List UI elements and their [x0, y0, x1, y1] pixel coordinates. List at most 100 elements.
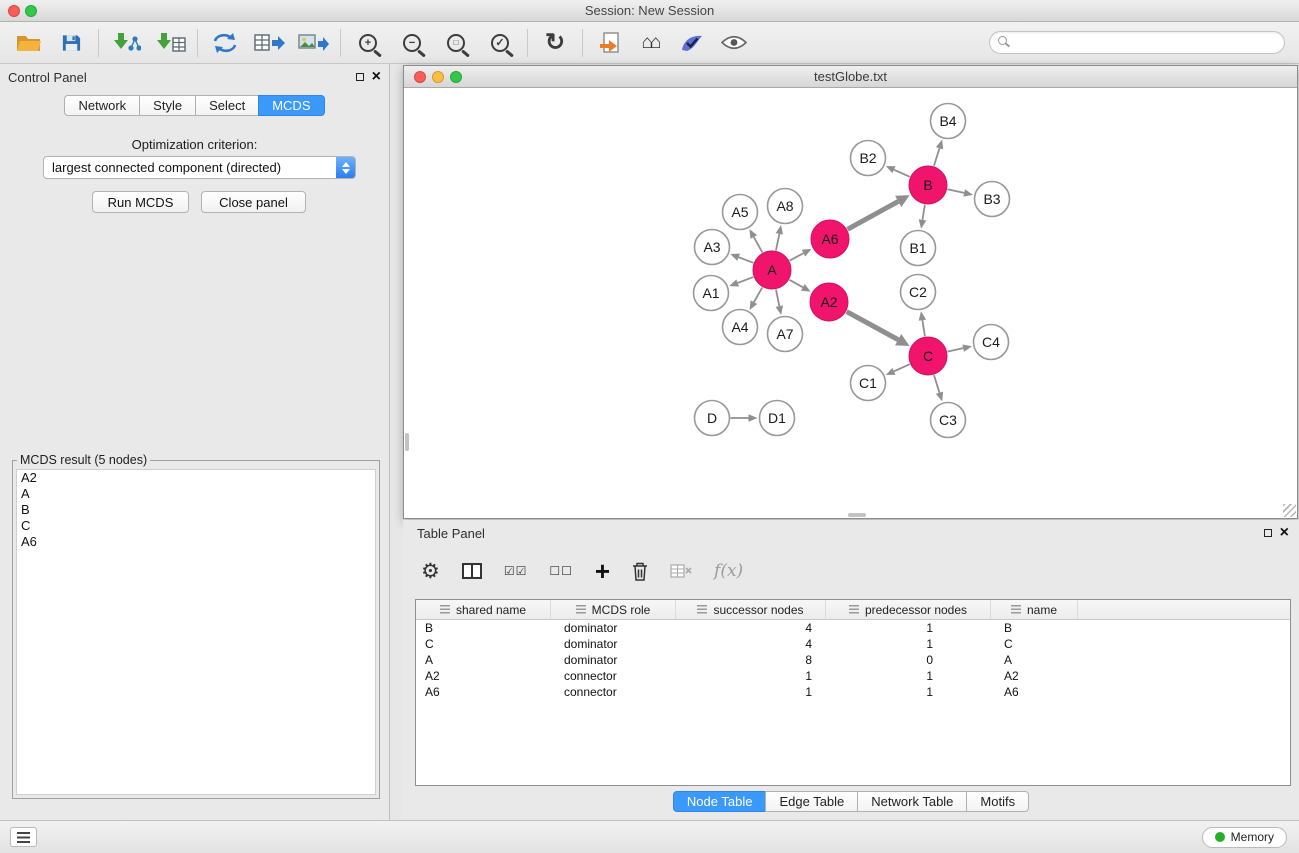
edge-A-A5[interactable]: [754, 237, 763, 253]
table-row[interactable]: Adominator80A: [416, 652, 1290, 668]
show-hide-button[interactable]: [715, 26, 753, 60]
column-header-predecessor-nodes[interactable]: predecessor nodes: [826, 600, 991, 619]
delete-column-button[interactable]: [670, 555, 692, 587]
task-history-button[interactable]: [10, 827, 37, 847]
horizontal-scrollbar-thumb[interactable]: [848, 513, 866, 517]
export-table-button[interactable]: [250, 26, 288, 60]
edge-C-C1[interactable]: [894, 364, 910, 371]
network-window-titlebar[interactable]: testGlobe.txt: [404, 66, 1297, 88]
column-header-shared-name[interactable]: shared name: [416, 600, 551, 619]
table-cell[interactable]: B: [416, 620, 551, 636]
export-image-button[interactable]: [294, 26, 332, 60]
run-mcds-button[interactable]: Run MCDS: [92, 191, 189, 213]
table-cell[interactable]: 4: [676, 620, 826, 636]
edge-C-C2[interactable]: [922, 320, 925, 336]
table-cell[interactable]: C: [416, 636, 551, 652]
edge-A-A3[interactable]: [739, 257, 754, 263]
table-cell[interactable]: dominator: [551, 652, 676, 668]
resize-grip[interactable]: [1283, 504, 1296, 517]
table-cell[interactable]: 4: [676, 636, 826, 652]
network-view[interactable]: B4B2BB3A8A5A6A3B1AA1C2A2A4A7C4CC1C3DD1: [404, 88, 1297, 518]
refresh-button[interactable]: ↻: [536, 26, 574, 60]
result-item-b[interactable]: B: [17, 502, 375, 518]
search-input[interactable]: [989, 31, 1285, 54]
edge-A-A6[interactable]: [790, 253, 804, 260]
show-columns-button[interactable]: [462, 555, 482, 587]
table-tab-network-table[interactable]: Network Table: [857, 791, 967, 812]
table-cell[interactable]: A: [991, 652, 1078, 668]
table-cell[interactable]: A2: [991, 668, 1078, 684]
column-header-successor-nodes[interactable]: successor nodes: [676, 600, 826, 619]
table-cell[interactable]: 8: [676, 652, 826, 668]
edge-A-A4[interactable]: [754, 287, 762, 302]
table-cell[interactable]: 1: [826, 620, 991, 636]
table-cell[interactable]: 1: [676, 684, 826, 700]
table-cell[interactable]: 0: [826, 652, 991, 668]
open-session-button[interactable]: [10, 26, 48, 60]
result-item-a6[interactable]: A6: [17, 534, 375, 550]
zoom-selected-button[interactable]: ✓: [481, 26, 519, 60]
close-panel-icon[interactable]: ×: [372, 72, 381, 82]
float-table-panel-icon[interactable]: [1264, 529, 1272, 537]
dropdown-stepper-icon[interactable]: [336, 157, 355, 178]
table-cell[interactable]: dominator: [551, 636, 676, 652]
tab-style[interactable]: Style: [139, 95, 196, 116]
table-cell[interactable]: connector: [551, 668, 676, 684]
edge-A-A1[interactable]: [738, 277, 754, 283]
zoom-out-button[interactable]: −: [393, 26, 431, 60]
table-row[interactable]: Cdominator41C: [416, 636, 1290, 652]
tab-network[interactable]: Network: [64, 95, 140, 116]
table-row[interactable]: A6connector11A6: [416, 684, 1290, 700]
edge-C-C3[interactable]: [934, 375, 940, 393]
close-panel-button[interactable]: Close panel: [201, 191, 306, 213]
column-header-mcds-role[interactable]: MCDS role: [551, 600, 676, 619]
result-item-a[interactable]: A: [17, 486, 375, 502]
edge-C-C4[interactable]: [948, 348, 964, 351]
close-table-panel-icon[interactable]: ×: [1280, 528, 1289, 538]
open-recent-file-button[interactable]: [591, 26, 629, 60]
add-row-button[interactable]: +: [595, 555, 610, 587]
memory-button[interactable]: Memory: [1202, 827, 1287, 848]
save-session-button[interactable]: [52, 26, 90, 60]
edge-A6-B[interactable]: [848, 201, 899, 229]
tab-select[interactable]: Select: [195, 95, 259, 116]
table-cell[interactable]: A2: [416, 668, 551, 684]
table-cell[interactable]: 1: [826, 684, 991, 700]
table-cell[interactable]: dominator: [551, 620, 676, 636]
export-network-button[interactable]: [206, 26, 244, 60]
mcds-result-list[interactable]: A2ABCA6: [16, 469, 376, 795]
zoom-in-button[interactable]: +: [349, 26, 387, 60]
edge-A-A8[interactable]: [776, 234, 779, 250]
table-cell[interactable]: 1: [826, 668, 991, 684]
network-canvas[interactable]: B4B2BB3A8A5A6A3B1AA1C2A2A4A7C4CC1C3DD1: [404, 88, 1297, 518]
delete-button[interactable]: [632, 555, 648, 587]
apply-style-button[interactable]: [673, 26, 711, 60]
table-row[interactable]: A2connector11A2: [416, 668, 1290, 684]
table-cell[interactable]: A6: [416, 684, 551, 700]
edge-A-A2[interactable]: [789, 280, 802, 288]
tab-mcds[interactable]: MCDS: [258, 95, 324, 116]
edge-B-B3[interactable]: [948, 189, 965, 193]
edge-B-B1[interactable]: [922, 205, 924, 220]
select-all-button[interactable]: ☑☑: [504, 555, 528, 587]
float-panel-icon[interactable]: [356, 73, 364, 81]
table-cell[interactable]: A6: [991, 684, 1078, 700]
import-table-button[interactable]: [151, 26, 189, 60]
table-cell[interactable]: A: [416, 652, 551, 668]
table-tab-node-table[interactable]: Node Table: [673, 791, 767, 812]
edge-B-B2[interactable]: [894, 170, 910, 177]
import-network-button[interactable]: [107, 26, 145, 60]
table-cell[interactable]: B: [991, 620, 1078, 636]
zoom-fit-button[interactable]: □: [437, 26, 475, 60]
table-cell[interactable]: connector: [551, 684, 676, 700]
table-tab-motifs[interactable]: Motifs: [966, 791, 1029, 812]
edge-A-A7[interactable]: [776, 290, 779, 306]
show-home-button[interactable]: ⌂⌂: [631, 26, 669, 60]
edge-A2-C[interactable]: [847, 312, 899, 340]
table-tab-edge-table[interactable]: Edge Table: [765, 791, 858, 812]
table-cell[interactable]: C: [991, 636, 1078, 652]
table-cell[interactable]: 1: [676, 668, 826, 684]
table-settings-button[interactable]: ⚙: [421, 555, 440, 587]
result-item-a2[interactable]: A2: [17, 470, 375, 486]
edge-B-B4[interactable]: [934, 148, 940, 166]
